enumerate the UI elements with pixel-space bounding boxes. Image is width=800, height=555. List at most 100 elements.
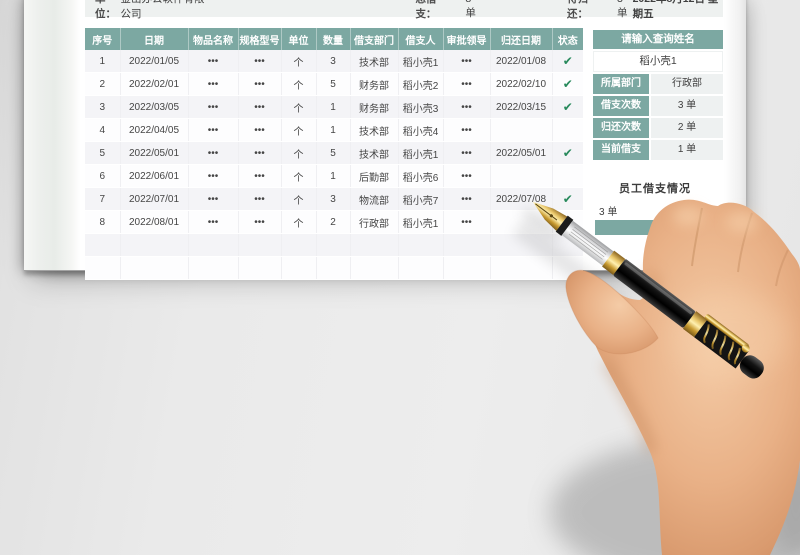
- table-cell[interactable]: 2: [316, 210, 351, 234]
- table-cell[interactable]: 8: [85, 210, 121, 234]
- table-cell[interactable]: •••: [443, 72, 491, 96]
- table-cell[interactable]: •••: [188, 95, 239, 119]
- table-cell[interactable]: •••: [188, 187, 239, 211]
- table-cell[interactable]: [552, 233, 583, 257]
- table-cell[interactable]: 个: [281, 95, 317, 119]
- table-cell[interactable]: [120, 233, 189, 257]
- table-cell[interactable]: •••: [443, 95, 491, 119]
- table-cell[interactable]: 2022/08/01: [120, 210, 189, 234]
- table-cell[interactable]: [238, 233, 282, 257]
- table-cell[interactable]: 3: [85, 95, 121, 119]
- table-cell[interactable]: •••: [443, 187, 491, 211]
- table-cell[interactable]: [490, 164, 553, 188]
- table-cell[interactable]: 2022/07/08: [490, 187, 553, 211]
- table-cell[interactable]: •••: [238, 50, 282, 73]
- table-cell[interactable]: [316, 256, 351, 280]
- table-cell[interactable]: 3: [316, 50, 351, 73]
- table-cell[interactable]: 2022/07/01: [120, 187, 189, 211]
- table-cell[interactable]: [552, 164, 583, 188]
- table-cell[interactable]: [398, 233, 444, 257]
- table-cell[interactable]: 1: [316, 95, 351, 119]
- table-cell[interactable]: 1: [316, 164, 351, 188]
- table-cell[interactable]: 稻小壳3: [398, 95, 444, 119]
- table-cell[interactable]: 2022/02/01: [120, 72, 189, 96]
- table-cell[interactable]: 技术部: [350, 118, 399, 142]
- table-cell[interactable]: 3: [316, 187, 351, 211]
- table-cell[interactable]: [552, 256, 583, 280]
- table-cell[interactable]: 个: [281, 210, 317, 234]
- table-cell[interactable]: [350, 233, 399, 257]
- table-cell[interactable]: [85, 233, 121, 257]
- table-cell[interactable]: [316, 233, 351, 257]
- table-cell[interactable]: [552, 118, 583, 142]
- table-cell[interactable]: 2022/05/01: [490, 141, 553, 165]
- table-cell[interactable]: •••: [188, 164, 239, 188]
- table-cell[interactable]: 稻小壳6: [398, 164, 444, 188]
- table-cell[interactable]: ✔: [552, 187, 583, 211]
- table-cell[interactable]: •••: [188, 118, 239, 142]
- table-cell[interactable]: 6: [85, 164, 121, 188]
- table-cell[interactable]: 2022/03/05: [120, 95, 189, 119]
- table-cell[interactable]: •••: [443, 141, 491, 165]
- table-cell[interactable]: 1: [85, 50, 121, 73]
- table-cell[interactable]: •••: [238, 72, 282, 96]
- table-cell[interactable]: 物流部: [350, 187, 399, 211]
- table-cell[interactable]: ✔: [552, 50, 583, 73]
- table-cell[interactable]: •••: [188, 210, 239, 234]
- table-cell[interactable]: •••: [443, 118, 491, 142]
- table-cell[interactable]: [281, 233, 317, 257]
- table-cell[interactable]: 财务部: [350, 95, 399, 119]
- table-cell[interactable]: 个: [281, 50, 317, 73]
- table-cell[interactable]: •••: [443, 210, 491, 234]
- table-cell[interactable]: 5: [85, 141, 121, 165]
- table-cell[interactable]: [490, 118, 553, 142]
- table-cell[interactable]: [490, 233, 553, 257]
- table-cell[interactable]: 2022/01/08: [490, 50, 553, 73]
- table-cell[interactable]: [188, 256, 239, 280]
- table-cell[interactable]: [398, 256, 444, 280]
- table-cell[interactable]: 2022/04/05: [120, 118, 189, 142]
- table-cell[interactable]: 行政部: [350, 210, 399, 234]
- table-cell[interactable]: 5: [316, 72, 351, 96]
- table-cell[interactable]: 2: [85, 72, 121, 96]
- table-cell[interactable]: [490, 256, 553, 280]
- table-cell[interactable]: 个: [281, 187, 317, 211]
- table-cell[interactable]: •••: [188, 72, 239, 96]
- table-cell[interactable]: •••: [238, 141, 282, 165]
- table-cell[interactable]: [443, 233, 491, 257]
- table-cell[interactable]: 稻小壳7: [398, 187, 444, 211]
- table-cell[interactable]: 后勤部: [350, 164, 399, 188]
- table-cell[interactable]: 个: [281, 118, 317, 142]
- table-cell[interactable]: 1: [316, 118, 351, 142]
- table-cell[interactable]: 技术部: [350, 50, 399, 73]
- table-cell[interactable]: 技术部: [350, 141, 399, 165]
- table-cell[interactable]: •••: [443, 50, 491, 73]
- table-cell[interactable]: 2022/03/15: [490, 95, 553, 119]
- table-cell[interactable]: ✔: [552, 95, 583, 119]
- table-cell[interactable]: 稻小壳1: [398, 210, 444, 234]
- table-cell[interactable]: •••: [188, 50, 239, 73]
- table-cell[interactable]: 2022/05/01: [120, 141, 189, 165]
- table-cell[interactable]: [350, 256, 399, 280]
- table-cell[interactable]: ✔: [552, 72, 583, 96]
- table-cell[interactable]: 2022/06/01: [120, 164, 189, 188]
- table-cell[interactable]: [85, 256, 121, 280]
- table-cell[interactable]: •••: [443, 164, 491, 188]
- table-cell[interactable]: 7: [85, 187, 121, 211]
- table-cell[interactable]: 稻小壳4: [398, 118, 444, 142]
- table-cell[interactable]: •••: [238, 210, 282, 234]
- table-cell[interactable]: 稻小壳1: [398, 50, 444, 73]
- table-cell[interactable]: •••: [238, 187, 282, 211]
- table-cell[interactable]: [188, 233, 239, 257]
- table-cell[interactable]: [552, 210, 583, 234]
- table-cell[interactable]: •••: [238, 118, 282, 142]
- table-cell[interactable]: •••: [238, 164, 282, 188]
- table-cell[interactable]: 个: [281, 141, 317, 165]
- table-cell[interactable]: 个: [281, 164, 317, 188]
- table-cell[interactable]: 个: [281, 72, 317, 96]
- table-cell[interactable]: [120, 256, 189, 280]
- table-cell[interactable]: 4: [85, 118, 121, 142]
- table-cell[interactable]: 稻小壳1: [398, 141, 444, 165]
- table-cell[interactable]: •••: [188, 141, 239, 165]
- table-cell[interactable]: 2022/01/05: [120, 50, 189, 73]
